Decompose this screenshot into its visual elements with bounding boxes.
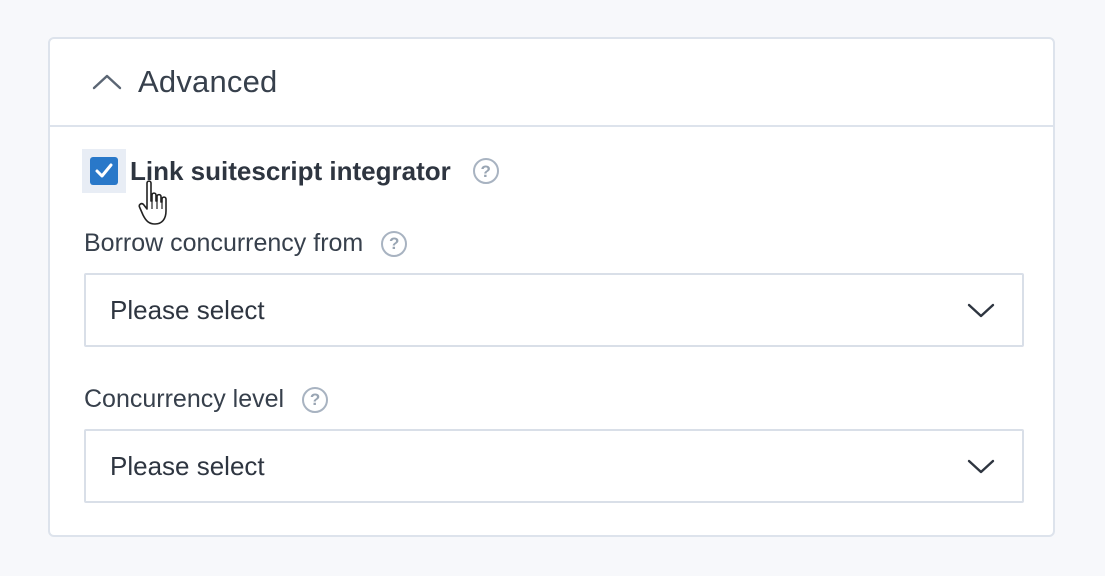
help-icon[interactable]: ? <box>302 386 329 413</box>
chevron-down-icon <box>966 456 996 476</box>
chevron-down-icon <box>966 300 996 320</box>
concurrency-level-label: Concurrency level <box>84 385 285 413</box>
chevron-up-icon[interactable] <box>92 72 122 92</box>
link-suitescript-checkbox[interactable] <box>82 149 126 193</box>
borrow-concurrency-select[interactable]: Please select <box>84 273 1024 347</box>
help-icon[interactable]: ? <box>381 230 408 257</box>
concurrency-level-select[interactable]: Please select <box>84 429 1024 503</box>
hand-cursor-icon <box>138 179 172 232</box>
link-suitescript-label[interactable]: Link suitescript integrator <box>130 156 451 187</box>
concurrency-level-label-row: Concurrency level ? <box>84 385 329 414</box>
advanced-panel: Advanced Link suitescript integrator ? B… <box>48 37 1055 537</box>
checkbox-box[interactable] <box>90 157 118 185</box>
advanced-section-header[interactable]: Advanced <box>50 39 1053 127</box>
borrow-concurrency-label: Borrow concurrency from <box>84 229 364 257</box>
borrow-concurrency-label-row: Borrow concurrency from ? <box>84 229 408 258</box>
borrow-concurrency-value: Please select <box>110 294 265 325</box>
help-icon[interactable]: ? <box>472 158 499 184</box>
concurrency-level-value: Please select <box>110 450 265 481</box>
checkmark-icon <box>95 163 113 178</box>
advanced-section-title: Advanced <box>138 64 278 99</box>
